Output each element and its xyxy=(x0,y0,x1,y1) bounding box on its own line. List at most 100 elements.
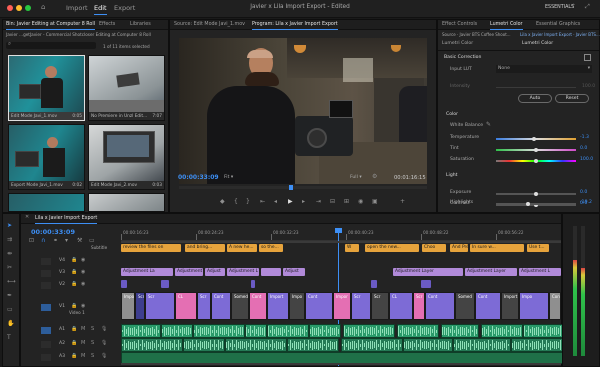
audio-clip[interactable] xyxy=(481,324,523,338)
video-clip[interactable]: Cont xyxy=(305,292,333,320)
slider-knob[interactable] xyxy=(534,158,538,163)
add-button-icon[interactable]: + xyxy=(400,198,405,205)
subtitle-clip[interactable]: open the new... xyxy=(365,244,419,252)
mark-out-icon[interactable]: } xyxy=(246,198,250,205)
slider-value[interactable]: 0.0 xyxy=(580,190,587,195)
program-scrubber[interactable] xyxy=(179,185,427,190)
basic-correction-heading[interactable]: Basic Correction xyxy=(444,55,481,60)
lock-icon[interactable]: 🔒 xyxy=(71,353,77,359)
audio-clip[interactable] xyxy=(121,338,183,352)
video-clip[interactable]: Somed xyxy=(455,292,475,320)
eye-icon[interactable]: ◉ xyxy=(81,269,85,275)
eye-icon[interactable]: ◉ xyxy=(81,257,85,263)
audio-clip[interactable] xyxy=(453,338,511,352)
tab-effects[interactable]: Effects xyxy=(99,22,115,27)
mic-icon[interactable]: 🎙 xyxy=(101,353,107,359)
slip-tool-icon[interactable]: ⟷ xyxy=(7,278,16,285)
subtitle-clip[interactable]: In sure w... xyxy=(470,244,524,252)
adjustment-layer-clip[interactable]: Adjustment Layer xyxy=(393,268,463,276)
clip-thumbnail[interactable] xyxy=(88,193,165,212)
add-marker-icon[interactable]: ◆ xyxy=(220,198,225,205)
snap-icon[interactable]: ∩ xyxy=(41,237,45,244)
video-clip[interactable]: Impo xyxy=(519,292,549,320)
basic-correction-checkbox[interactable] xyxy=(584,54,591,61)
slider-value[interactable]: 100.0 xyxy=(580,157,593,162)
audio-clip[interactable] xyxy=(309,324,341,338)
audio-clip[interactable] xyxy=(341,338,403,352)
mic-icon[interactable]: 🎙 xyxy=(101,326,107,332)
auto-button[interactable]: Auto xyxy=(518,94,552,103)
adjustment-layer-clip[interactable]: Adjust xyxy=(205,268,225,276)
export-frame-icon[interactable]: ◉ xyxy=(358,198,363,205)
track-toggle[interactable] xyxy=(41,327,51,334)
playhead-marker[interactable] xyxy=(289,185,293,190)
track-toggle[interactable] xyxy=(41,258,51,265)
audio-clip[interactable] xyxy=(441,324,479,338)
audio-clip[interactable] xyxy=(403,338,453,352)
audio-clip[interactable] xyxy=(193,324,245,338)
track-select-icon[interactable]: ⇉ xyxy=(7,236,12,243)
solo-icon[interactable]: S xyxy=(91,353,94,359)
audio-clip[interactable] xyxy=(343,324,395,338)
eye-icon[interactable]: M xyxy=(81,340,85,346)
video-clip[interactable]: Somed xyxy=(231,292,249,320)
intensity-value[interactable]: 100.0 xyxy=(582,84,595,89)
step-back-icon[interactable]: ◂ xyxy=(274,198,277,205)
rectangle-tool-icon[interactable]: ▭ xyxy=(7,306,13,313)
mark-in-icon[interactable]: { xyxy=(234,198,238,205)
fullscreen-icon[interactable]: ⤢ xyxy=(585,3,590,11)
lock-icon[interactable]: 🔒 xyxy=(71,269,77,275)
lock-icon[interactable]: 🔒 xyxy=(71,257,77,263)
lock-icon[interactable]: 🔒 xyxy=(71,281,77,287)
audio-clip[interactable] xyxy=(397,324,439,338)
video-clip[interactable] xyxy=(121,280,127,288)
slider-value[interactable]: -1.3 xyxy=(580,135,589,140)
intensity-slider[interactable] xyxy=(496,87,576,88)
solo-icon[interactable]: S xyxy=(91,340,94,346)
lumetri-sequence-preset[interactable]: Lumetri Color xyxy=(522,41,553,46)
ripple-edit-icon[interactable]: ⇹ xyxy=(7,250,12,257)
subtitle-clip[interactable]: And Pre... xyxy=(450,244,468,252)
audio-clip[interactable] xyxy=(523,324,563,338)
close-tab-icon[interactable]: ✕ xyxy=(25,214,29,220)
reset-button[interactable]: Reset xyxy=(555,94,589,103)
playback-resolution-select[interactable]: Full ▾ xyxy=(350,175,362,180)
video-clip[interactable]: Cont xyxy=(249,292,267,320)
adjustment-layer-clip[interactable]: Adjustment Lay xyxy=(175,268,203,276)
go-to-in-icon[interactable]: ⇤ xyxy=(260,198,265,205)
audio-clip[interactable] xyxy=(121,324,161,338)
subtitle-clip[interactable]: and bring... xyxy=(185,244,225,252)
subtitle-clip[interactable]: A new he... xyxy=(227,244,257,252)
tab-program[interactable]: Program: Lila x Javier Import Export xyxy=(252,22,338,30)
audio-clip[interactable] xyxy=(287,338,339,352)
lock-icon[interactable]: 🔒 xyxy=(71,326,77,332)
play-icon[interactable]: ▶ xyxy=(288,198,293,205)
track-toggle[interactable] xyxy=(41,304,51,311)
type-tool-icon[interactable]: T xyxy=(7,334,11,341)
video-clip[interactable]: Scr xyxy=(413,292,425,320)
eye-icon[interactable]: M xyxy=(81,326,85,332)
track-toggle[interactable] xyxy=(41,282,51,289)
program-video-frame[interactable] xyxy=(179,38,427,184)
quick-export-icon[interactable]: ⇪ xyxy=(571,3,576,10)
video-clip[interactable]: Scr xyxy=(351,292,371,320)
subtitle-clip[interactable]: W xyxy=(345,244,359,252)
wrench-icon[interactable]: ⚙ xyxy=(372,173,377,180)
slider-track[interactable] xyxy=(496,191,576,196)
subtitle-clip[interactable]: Choo xyxy=(422,244,446,252)
linked-selection-icon[interactable]: ⚭ xyxy=(53,237,58,244)
go-to-out-icon[interactable]: ⇥ xyxy=(316,198,321,205)
slider-track[interactable] xyxy=(496,201,576,206)
audio-clip[interactable] xyxy=(267,324,309,338)
slider-knob[interactable] xyxy=(534,147,538,152)
video-clip[interactable]: Scr xyxy=(135,292,145,320)
nest-icon[interactable]: ⊡ xyxy=(29,237,34,244)
timeline-timecode[interactable]: 00:00:33:09 xyxy=(31,228,75,236)
video-clip[interactable]: Impor xyxy=(121,292,135,320)
clip-thumbnail[interactable] xyxy=(8,193,85,212)
eye-icon[interactable]: M xyxy=(81,353,85,359)
pen-tool-icon[interactable]: ✒ xyxy=(7,292,12,299)
adjustment-layer-clip[interactable] xyxy=(261,268,281,276)
track-toggle[interactable] xyxy=(41,270,51,277)
slider-knob[interactable] xyxy=(534,191,538,196)
